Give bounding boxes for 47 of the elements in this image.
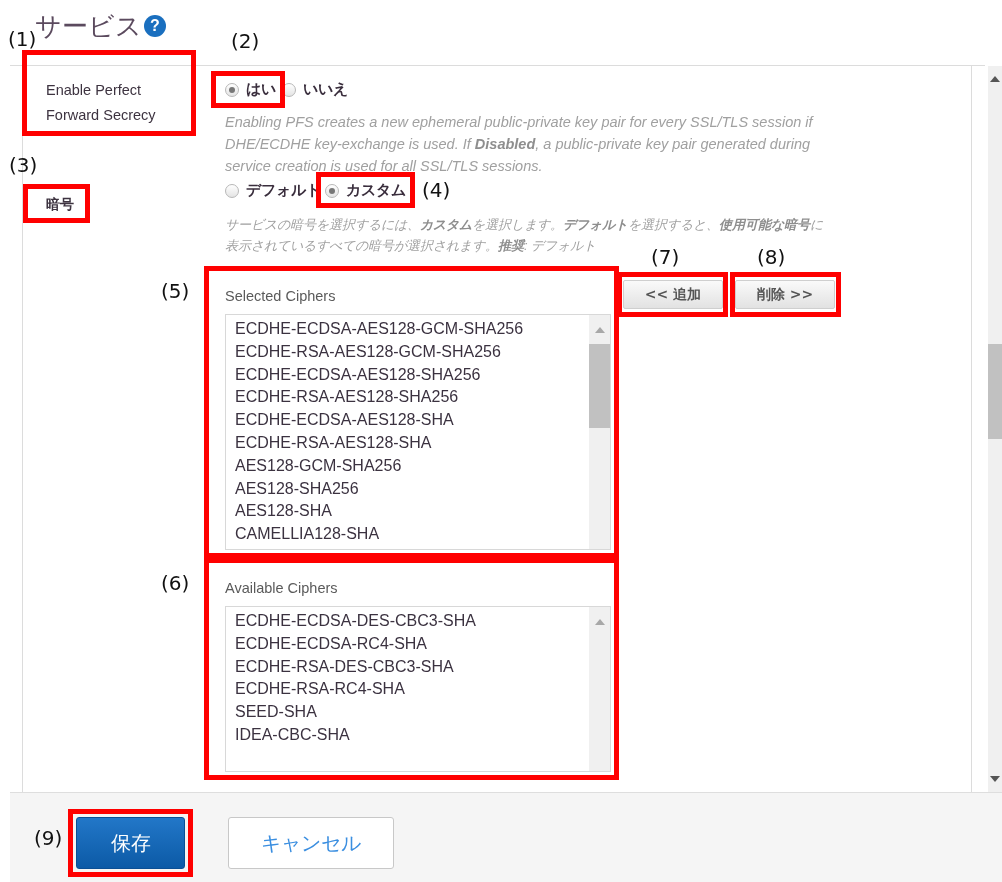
remove-button[interactable]: 削除 >> [735,280,835,309]
scrollbar[interactable] [988,66,1002,792]
cipher-listbox[interactable] [225,314,611,550]
highlight-frame [23,184,90,223]
callout-number: (2) [231,28,260,54]
section-title: サービス [35,10,142,42]
list-item[interactable]: ECDHE-ECDSA-AES128-SHA [235,409,589,432]
callout-number: (4) [422,177,451,203]
list-item[interactable]: ECDHE-RSA-RC4-SHA [235,678,589,702]
list-item[interactable]: AES128-GCM-SHA256 [235,454,589,478]
callout-number: (9) [34,825,63,851]
list-item[interactable]: AES128-SHA256 [235,477,589,501]
cancel-button[interactable]: キャンセル [228,817,394,869]
callout-number: (6) [161,570,190,596]
list-item[interactable]: ECDHE-RSA-AES128-SHA256 [235,386,589,410]
help-text: Enabling PFS creates a new ephemeral public-private key pair for every SSL/TLS session if DHE/ECDHE key-exchange is used. If Disabled, a public-private key pair generated during service creation is used for all SSL/TLS sessions. [225,113,815,176]
scrollbar[interactable] [589,607,610,771]
callout-number: (5) [161,278,190,304]
list-label: Selected Ciphers [225,288,337,306]
list-item[interactable]: ECDHE-RSA-AES128-SHA [235,432,589,455]
list-item[interactable]: ECDHE-ECDSA-RC4-SHA [235,632,589,656]
field-label: 暗号 [46,196,74,214]
help-icon[interactable]: ? [144,15,166,37]
radio-icon[interactable] [325,183,339,198]
radio-icon[interactable] [225,183,239,198]
list-item[interactable]: AES128-SHA [235,500,589,524]
list-item[interactable]: ECDHE-ECDSA-DES-CBC3-SHA [235,610,589,633]
list-item[interactable]: IDEA-CBC-SHA [235,724,589,747]
callout-number: (1) [8,27,37,52]
list-item[interactable]: ECDHE-ECDSA-AES128-SHA256 [235,363,589,387]
list-item[interactable]: SEED-SHA [235,701,589,724]
field-label: Enable Perfect Forward Secrecy [46,81,157,125]
scrollbar[interactable] [589,315,610,549]
list-label: Available Ciphers [225,580,339,598]
callout-number: (8) [757,244,786,270]
cipher-listbox[interactable]: ECDHE-ECDSA-DES-CBC3-SHA ECDHE-ECDSA-RC4-SHA ECDHE-RSA-DES-CBC3-SHA ECDHE-RSA-RC4-SHA SEED-SHA IDEA-CBC-SHA [225,606,611,772]
radio-option[interactable]: はい [225,80,276,99]
radio-icon[interactable] [225,82,239,97]
list-item[interactable]: ECDHE-RSA-AES128-GCM-SHA256 [235,340,589,364]
add-button[interactable]: << 追加 [623,280,723,309]
list-item[interactable]: ECDHE-RSA-DES-CBC3-SHA [235,655,589,679]
radio-option[interactable]: いいえ [282,80,348,99]
list-item[interactable]: ECDHE-ECDSA-AES128-GCM-SHA256 [235,318,589,341]
list-item[interactable]: CAMELLIA128-SHA [235,523,589,546]
save-button[interactable]: 保存 [76,817,185,869]
callout-number: (3) [9,152,38,178]
radio-option[interactable]: カスタム [325,181,406,200]
